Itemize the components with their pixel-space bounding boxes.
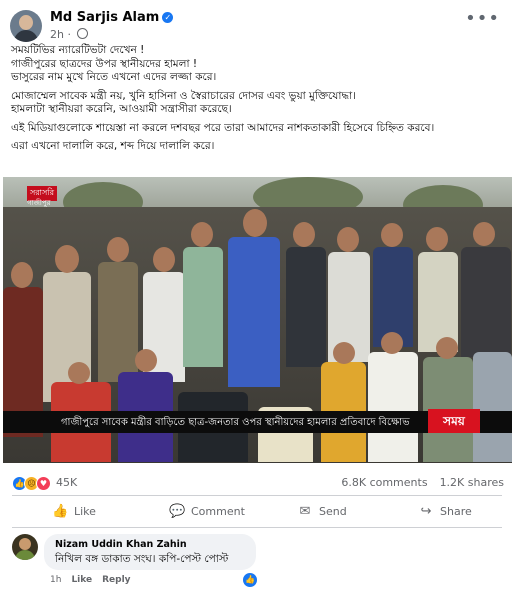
like-button[interactable]: 👍 Like <box>52 499 96 525</box>
post-line: সময়টিভির ন্যারেটিভটা দেখেন ! <box>11 44 145 56</box>
post-header: Md Sarjis Alam ✓ 2h · ••• <box>10 8 506 42</box>
post-card: Md Sarjis Alam ✓ 2h · ••• সময়টিভির ন্যার… <box>0 0 514 595</box>
author-avatar[interactable] <box>10 10 42 42</box>
thumbs-up-icon: 👍 <box>52 504 69 519</box>
messenger-icon: ✉ <box>299 504 311 519</box>
comment-like-reaction-icon: 👍 <box>242 572 258 588</box>
globe-icon <box>77 28 89 39</box>
send-button[interactable]: ✉ Send <box>297 499 347 525</box>
share-icon: ↪ <box>420 504 432 519</box>
commenter-name[interactable]: Nizam Uddin Khan Zahin <box>55 539 187 550</box>
location-label: গাজীপুর <box>27 199 51 207</box>
divider <box>12 495 502 496</box>
love-reaction-icon: ♥ <box>36 476 51 491</box>
verified-badge-icon: ✓ <box>162 12 174 23</box>
news-caption: গাজীপুরে সাবেক মন্ত্রীর বাড়িতে ছাত্র-জন… <box>61 417 410 428</box>
comment-icon: 💬 <box>169 504 186 519</box>
post-line: মোজাম্মেল সাবেক মন্ত্রী নয়, খুনি হাসিনা… <box>11 89 356 102</box>
share-count[interactable]: 1.2K shares <box>440 476 504 489</box>
post-meta: 2h · <box>50 28 89 41</box>
action-bar: 👍 Like 💬 Comment ✉ Send ↪ Share <box>12 499 502 525</box>
post-line: এই মিডিয়াগুলোকে শায়েস্তা না করলে দশবছর… <box>11 121 435 134</box>
comment-count[interactable]: 6.8K comments <box>341 476 427 489</box>
engagement-counts: 6.8K comments 1.2K shares <box>329 476 504 489</box>
post-line: গাজীপুরের ছাত্রদের উপর স্থানীয়দের হামলা… <box>11 57 198 70</box>
post-time[interactable]: 2h <box>50 28 64 41</box>
reaction-count: 45K <box>56 476 78 489</box>
commenter-avatar[interactable] <box>12 534 38 560</box>
post-line: ভাসুরের নাম মুখে নিতে এখনো এদের লজ্জা কর… <box>11 71 217 83</box>
comment-button[interactable]: 💬 Comment <box>169 499 245 525</box>
comment-bubble: Nizam Uddin Khan Zahin নিখিল বঙ্গ ডাকাত … <box>44 534 256 570</box>
post-text: সময়টিভির ন্যারেটিভটা দেখেন ! গাজীপুরের … <box>11 44 511 154</box>
comment-text: নিখিল বঙ্গ ডাকাত সংঘ। কপি-পেস্ট পোস্ট <box>55 553 229 565</box>
comment-reply-button[interactable]: Reply <box>102 575 130 585</box>
post-image[interactable]: সরাসরি গাজীপুর গাজীপুরে সাবেক মন্ত্রীর ব… <box>3 177 512 463</box>
share-button[interactable]: ↪ Share <box>418 499 472 525</box>
post-line: হামলাটা স্থানীয়রা করেনি, আওয়ামী সন্ত্র… <box>11 103 232 115</box>
comment-item: Nizam Uddin Khan Zahin নিখিল বঙ্গ ডাকাত … <box>12 534 502 594</box>
comment-like-button[interactable]: Like <box>71 575 92 585</box>
channel-logo: সময় <box>428 409 480 433</box>
more-options-icon[interactable]: ••• <box>465 8 500 29</box>
author-name[interactable]: Md Sarjis Alam ✓ <box>50 10 174 25</box>
comment-time[interactable]: 1h <box>50 575 61 585</box>
divider <box>12 527 502 528</box>
comment-actions: 1h Like Reply <box>50 575 141 585</box>
post-line: এরা এখনো দালালি করে, শব্দ দিয়ে দালালি ক… <box>11 140 215 152</box>
